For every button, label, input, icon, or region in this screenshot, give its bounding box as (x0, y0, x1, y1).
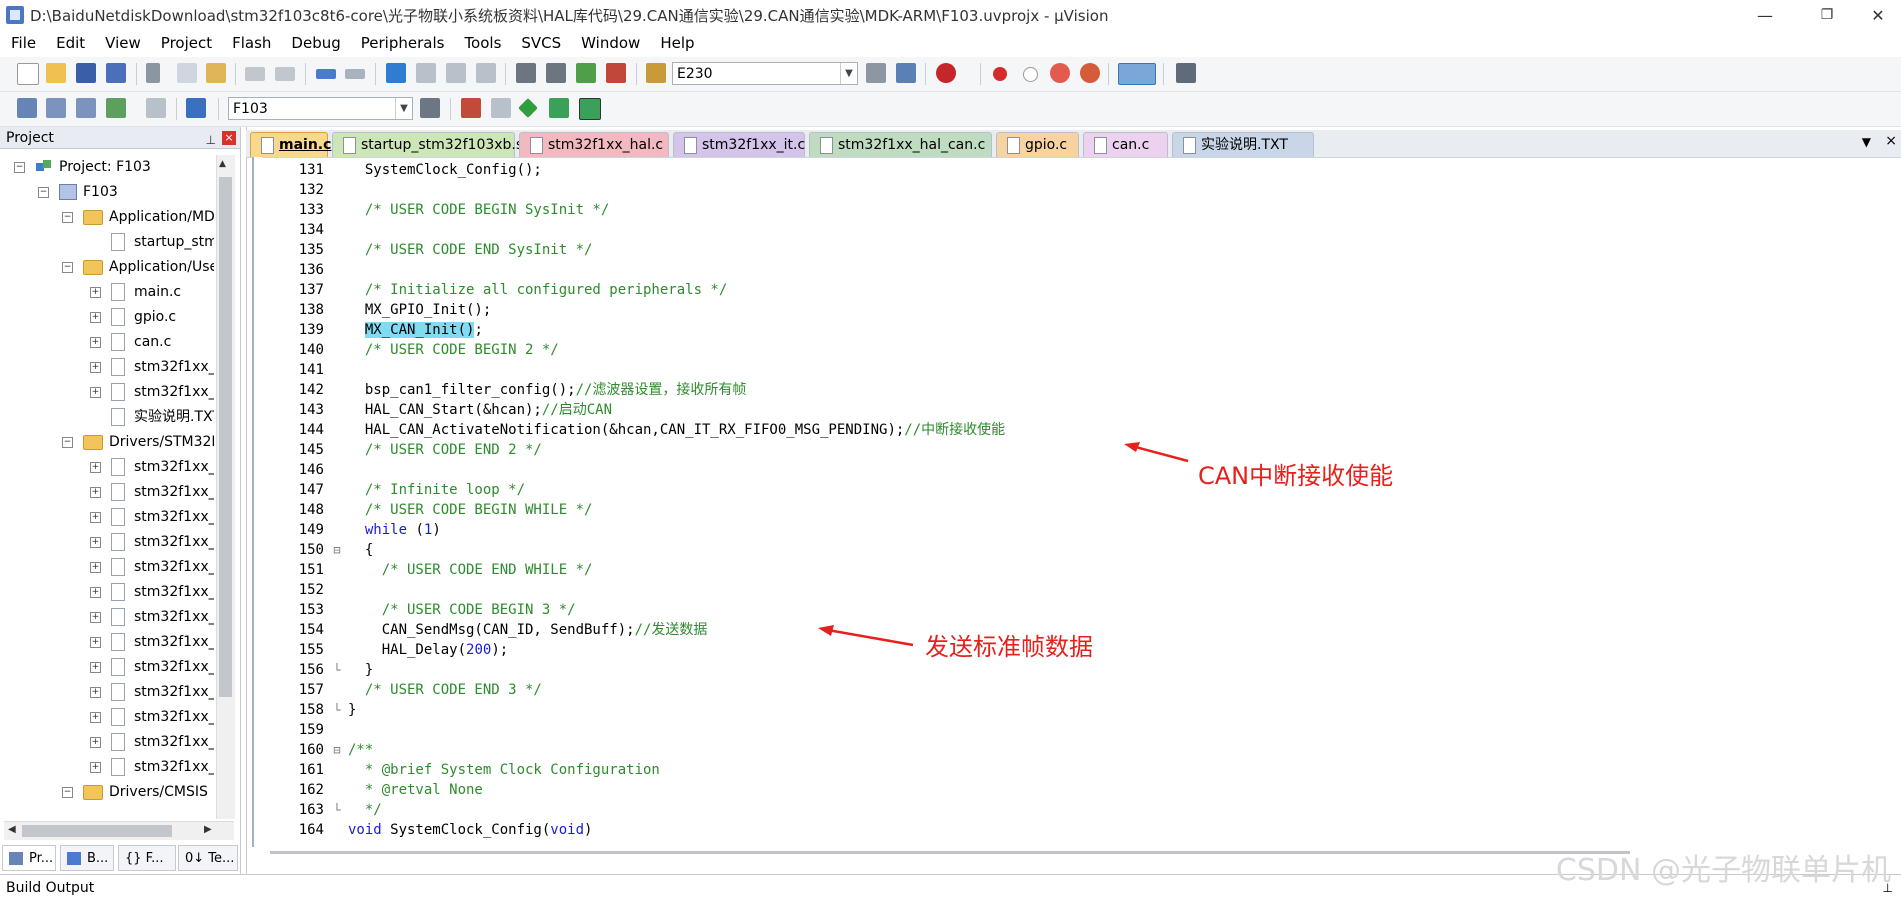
annotation-rx-enable: CAN中断接收使能 (1198, 462, 1394, 490)
watermark: CSDN @光子物联单片机 (1555, 853, 1891, 888)
arrow-rx-enable (1124, 442, 1189, 463)
build-output-title: Build Output (6, 880, 95, 896)
arrow-send-std (818, 625, 914, 647)
annotation-arrows (818, 442, 1189, 647)
annotation-send-std: 发送标准帧数据 (925, 633, 1093, 661)
